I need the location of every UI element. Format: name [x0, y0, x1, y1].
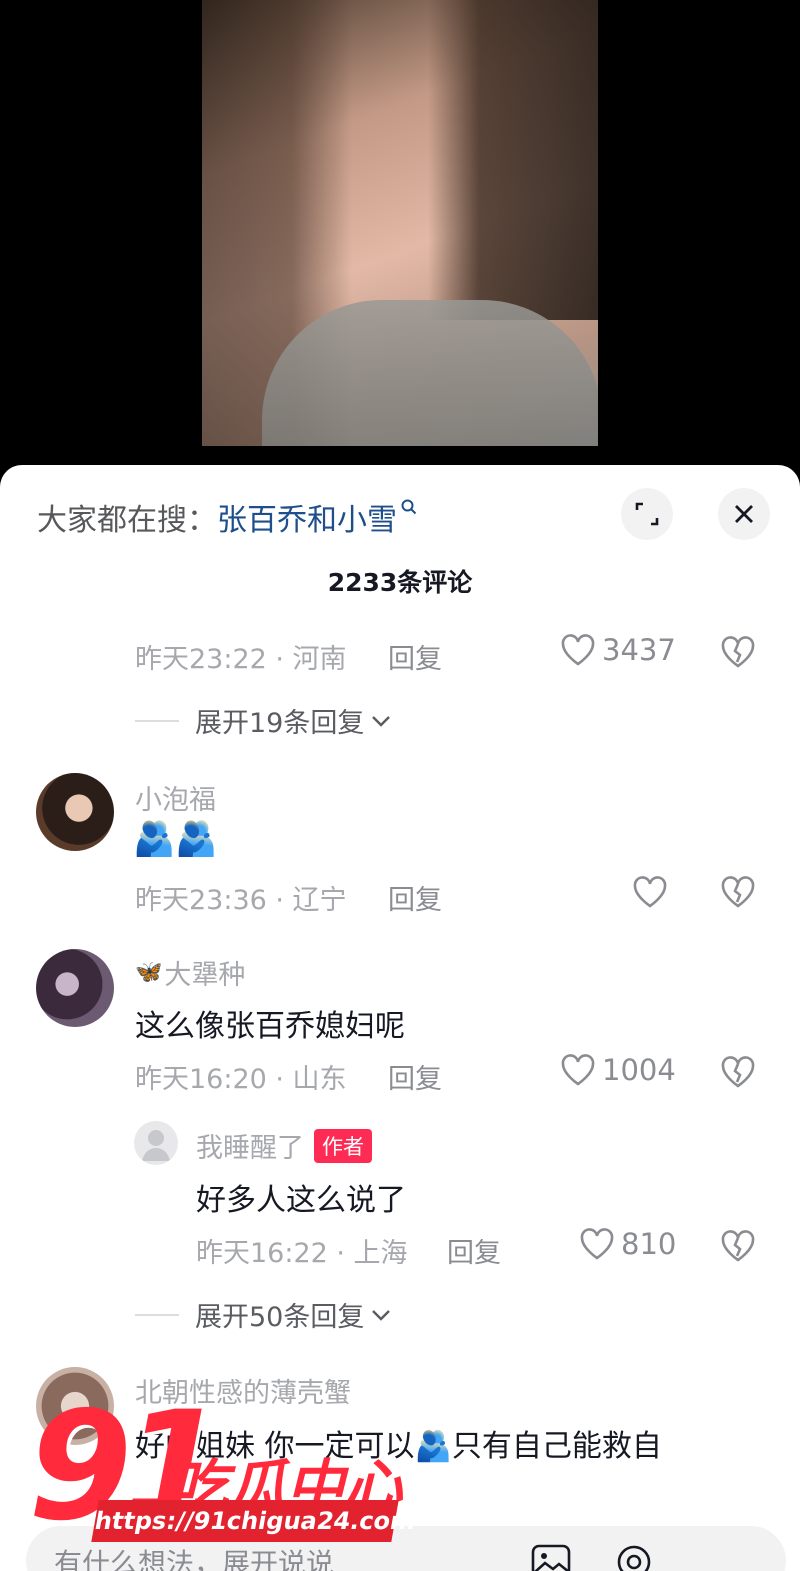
photo-shade — [262, 300, 598, 446]
like-count: 3437 — [602, 633, 676, 667]
comment-meta: 昨天16:20 · 山东 — [135, 1064, 347, 1095]
expand-button[interactable] — [621, 488, 673, 540]
expand-replies[interactable]: 展开50条回复 — [135, 1295, 392, 1334]
like-button[interactable]: 1004 — [560, 1053, 676, 1087]
comment-meta: 昨天23:36 · 辽宁 — [135, 885, 347, 916]
dislike-button[interactable] — [720, 1055, 756, 1093]
like-count: 810 — [621, 1227, 677, 1261]
heart-icon — [580, 1228, 614, 1260]
divider — [135, 719, 179, 722]
dislike-button[interactable] — [720, 1229, 756, 1267]
reply-button[interactable]: 回复 — [388, 637, 442, 676]
search-term[interactable]: 张百乔和小雪 — [217, 503, 397, 538]
expand-replies[interactable]: 展开19条回复 — [135, 701, 392, 740]
reply-button[interactable]: 回复 — [388, 878, 442, 917]
like-count: 1004 — [602, 1053, 676, 1087]
broken-heart-icon — [721, 1056, 755, 1088]
username-label: 大犟种 — [164, 960, 246, 991]
comment-meta: 昨天23:22 · 河南 — [135, 644, 347, 675]
avatar[interactable] — [36, 773, 114, 851]
watermark-url: https://91chigua24.com — [91, 1500, 418, 1542]
like-button[interactable] — [632, 875, 668, 913]
username[interactable]: 小泡福 — [135, 778, 216, 817]
like-button[interactable]: 3437 — [560, 633, 676, 667]
default-avatar-icon — [142, 1130, 170, 1161]
divider — [135, 1313, 179, 1316]
username[interactable]: 我睡醒了 — [196, 1126, 304, 1165]
comment-text: 这么像张百乔媳妇呢 — [135, 1009, 405, 1044]
broken-heart-icon — [721, 876, 755, 908]
reply-button[interactable]: 回复 — [447, 1231, 501, 1270]
comment-emoji: 🫂🫂 — [133, 819, 218, 859]
broken-heart-icon — [721, 636, 755, 668]
mention-icon[interactable] — [616, 1544, 652, 1571]
dislike-button[interactable] — [720, 875, 756, 913]
post-photo[interactable] — [202, 0, 598, 446]
reply-header: 我睡醒了 作者 — [196, 1126, 372, 1165]
like-button[interactable]: 810 — [579, 1227, 676, 1261]
search-suggestion[interactable]: 大家都在搜：张百乔和小雪 — [37, 495, 417, 539]
reply-button[interactable]: 回复 — [388, 1057, 442, 1096]
broken-heart-icon — [721, 1230, 755, 1262]
heart-icon — [561, 634, 595, 666]
heart-icon — [561, 1054, 595, 1086]
chevron-down-icon — [372, 1309, 391, 1321]
comment-meta: 昨天16:22 · 上海 — [196, 1238, 408, 1269]
close-button[interactable] — [718, 488, 770, 540]
image-icon[interactable] — [531, 1544, 571, 1571]
close-icon — [735, 505, 753, 523]
expand-replies-label: 展开19条回复 — [195, 708, 365, 739]
author-badge: 作者 — [314, 1128, 372, 1163]
avatar[interactable] — [134, 1121, 178, 1165]
search-prefix: 大家都在搜： — [37, 503, 217, 538]
avatar[interactable] — [36, 949, 114, 1027]
photo-shade — [428, 0, 598, 320]
butterfly-icon: 🦋 — [135, 960, 163, 985]
expand-icon — [635, 502, 659, 526]
dislike-button[interactable] — [720, 635, 756, 673]
username[interactable]: 🦋 大犟种 — [135, 953, 245, 992]
search-icon — [401, 499, 417, 519]
expand-replies-label: 展开50条回复 — [195, 1302, 365, 1333]
comment-count: 2233条评论 — [327, 568, 473, 597]
comment-text: 好多人这么说了 — [196, 1183, 406, 1218]
chevron-down-icon — [372, 715, 391, 727]
heart-icon — [633, 876, 667, 908]
